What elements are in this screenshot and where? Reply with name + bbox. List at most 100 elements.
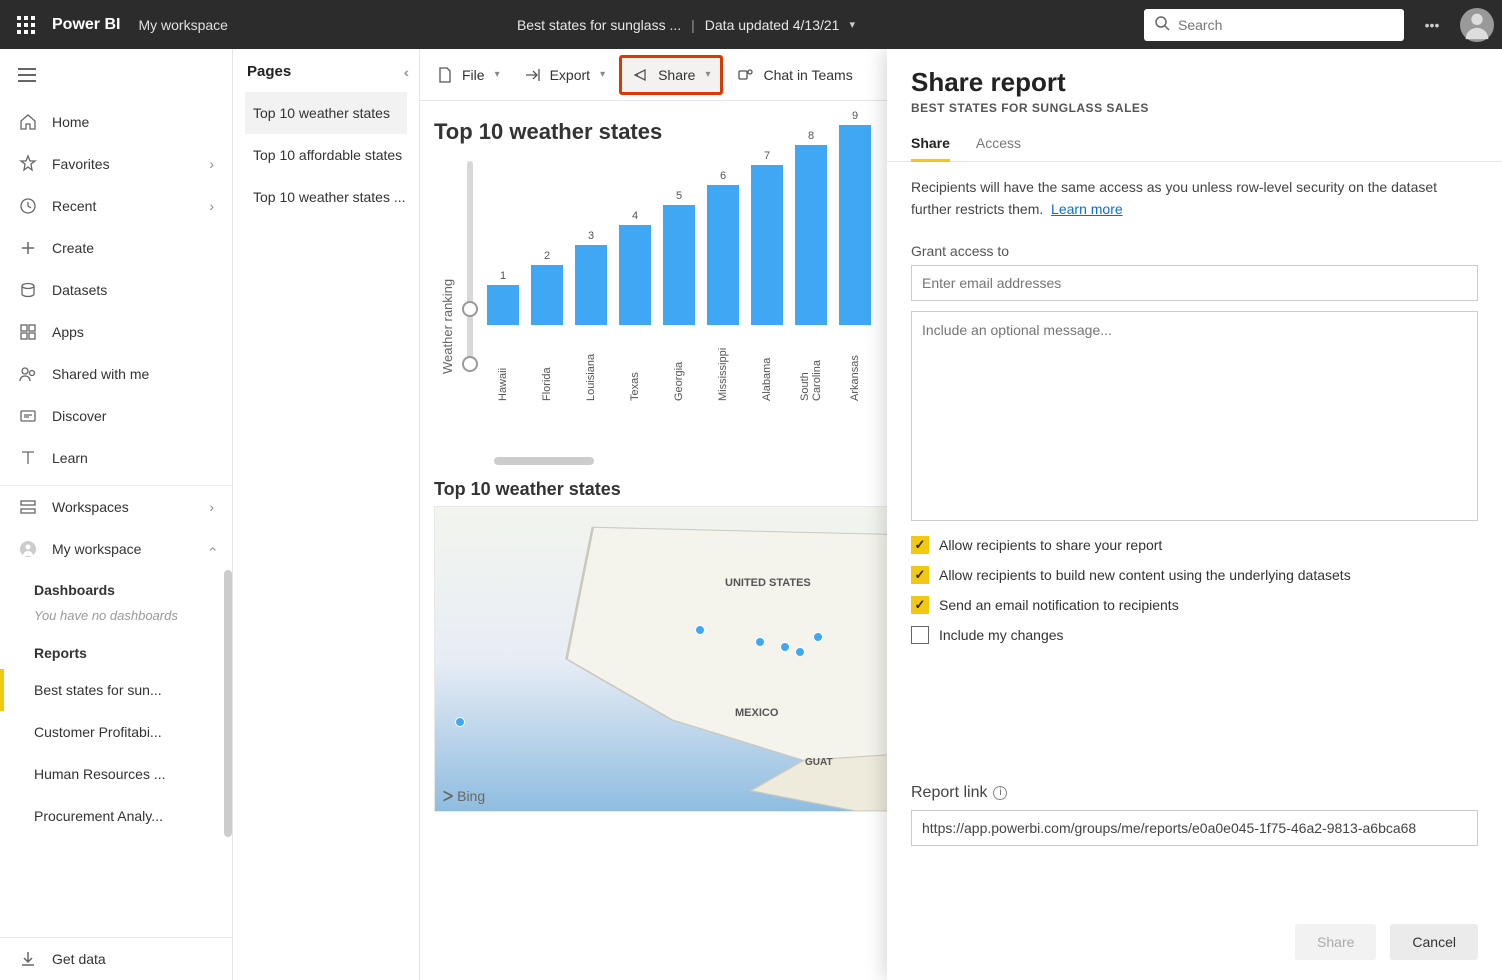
chevron-right-icon: › (209, 198, 214, 214)
pages-panel: Pages ‹‹ Top 10 weather states Top 10 af… (233, 49, 420, 980)
tab-access[interactable]: Access (976, 135, 1021, 161)
page-tab-2[interactable]: Top 10 affordable states (245, 134, 407, 176)
chk-send-email[interactable] (911, 596, 929, 614)
nav-learn[interactable]: Learn (0, 437, 232, 479)
report-link-value[interactable]: https://app.powerbi.com/groups/me/report… (911, 810, 1478, 846)
person-icon (18, 539, 38, 559)
nav-favorites[interactable]: Favorites› (0, 143, 232, 185)
y-axis-label: Weather ranking (434, 151, 455, 451)
report-link-label: Report link (911, 784, 987, 802)
chat-teams-button[interactable]: Chat in Teams (727, 55, 862, 95)
bar-value-label: 4 (632, 210, 638, 222)
nav-datasets[interactable]: Datasets (0, 269, 232, 311)
data-updated-label[interactable]: Data updated 4/13/21 (705, 17, 840, 33)
cmd-label: Share (658, 67, 695, 83)
share-button[interactable]: Share ▾ (619, 55, 723, 95)
export-button[interactable]: Export▾ (514, 55, 616, 95)
cmd-label: Export (550, 67, 590, 83)
share-icon (632, 66, 650, 84)
bar-south-carolina[interactable]: 8South Carolina (793, 130, 829, 401)
report-title[interactable]: Best states for sunglass ... (517, 17, 681, 33)
workspace-breadcrumb[interactable]: My workspace (138, 17, 227, 33)
nav-label: Discover (52, 408, 106, 424)
collapse-pages-icon[interactable]: ‹‹ (404, 64, 405, 80)
report-item-customer[interactable]: Customer Profitabi... (0, 711, 232, 753)
search-box[interactable] (1144, 9, 1404, 41)
bar-category-label: Texas (629, 331, 641, 401)
tab-share[interactable]: Share (911, 135, 950, 161)
brand-label: Power BI (52, 16, 120, 34)
page-tab-1[interactable]: Top 10 weather states (245, 92, 407, 134)
chk-label: Send an email notification to recipients (939, 597, 1179, 613)
more-options-button[interactable]: ••• (1416, 17, 1448, 33)
file-button[interactable]: File▾ (426, 55, 510, 95)
workspaces-icon (18, 497, 38, 517)
chk-allow-build[interactable] (911, 566, 929, 584)
chevron-right-icon: › (209, 499, 214, 515)
report-canvas: File▾ Export▾ Share ▾ Chat in Teams Repor… (420, 49, 1502, 980)
app-launcher-button[interactable] (8, 7, 44, 43)
nav-label: Datasets (52, 282, 107, 298)
share-panel: Share report Best states for sunglass sa… (887, 49, 1502, 980)
chevron-up-icon: › (204, 547, 220, 552)
share-panel-subtitle: Best states for sunglass sales (911, 101, 1478, 115)
bar-value-label: 1 (500, 270, 506, 282)
cancel-button[interactable]: Cancel (1390, 924, 1478, 960)
chevron-down-icon: ▾ (705, 69, 710, 80)
nav-workspaces[interactable]: Workspaces› (0, 486, 232, 528)
bar-louisiana[interactable]: 3Louisiana (573, 230, 609, 401)
report-item-best-states[interactable]: Best states for sun... (0, 669, 232, 711)
nav-recent[interactable]: Recent› (0, 185, 232, 227)
nav-label: Home (52, 114, 89, 130)
separator: | (691, 17, 695, 33)
nav-label: Apps (52, 324, 84, 340)
export-icon (524, 66, 542, 84)
page-tab-3[interactable]: Top 10 weather states ... (245, 176, 407, 218)
bar-hawaii[interactable]: 1Hawaii (485, 270, 521, 401)
nav-my-workspace[interactable]: My workspace› (0, 528, 232, 570)
share-note: Recipients will have the same access as … (911, 176, 1478, 221)
bar-value-label: 6 (720, 170, 726, 182)
chevron-right-icon: › (209, 156, 214, 172)
chk-allow-share[interactable] (911, 536, 929, 554)
report-item-hr[interactable]: Human Resources ... (0, 753, 232, 795)
chart-slider[interactable] (455, 151, 485, 451)
clock-icon (18, 196, 38, 216)
share-submit-button[interactable]: Share (1295, 924, 1376, 960)
email-input[interactable] (911, 265, 1478, 301)
chk-include-changes[interactable] (911, 626, 929, 644)
chart-h-scrollbar[interactable] (494, 457, 594, 465)
nav-toggle-button[interactable] (0, 49, 232, 101)
nav-get-data[interactable]: Get data (0, 938, 232, 980)
star-icon (18, 154, 38, 174)
nav-label: Create (52, 240, 94, 256)
bar-arkansas[interactable]: 9Arkansas (837, 110, 873, 401)
chk-label: Allow recipients to build new content us… (939, 567, 1351, 583)
bar-florida[interactable]: 2Florida (529, 250, 565, 401)
message-input[interactable] (911, 311, 1478, 521)
chevron-down-icon[interactable]: ▾ (849, 18, 855, 31)
dashboards-empty: You have no dashboards (0, 606, 232, 633)
learn-more-link[interactable]: Learn more (1051, 201, 1123, 217)
nav-shared[interactable]: Shared with me (0, 353, 232, 395)
top-bar: Power BI My workspace Best states for su… (0, 0, 1502, 49)
report-item-procurement[interactable]: Procurement Analy... (0, 795, 232, 837)
nav-apps[interactable]: Apps (0, 311, 232, 353)
info-icon[interactable]: i (993, 786, 1007, 800)
nav-create[interactable]: Create (0, 227, 232, 269)
bar-value-label: 7 (764, 150, 770, 162)
nav-label: Get data (52, 951, 106, 967)
bar-texas[interactable]: 4 Texas (617, 210, 653, 401)
bar-georgia[interactable]: 5Georgia (661, 190, 697, 401)
bar-mississippi[interactable]: 6Mississippi (705, 170, 741, 401)
bar-alabama[interactable]: 7Alabama (749, 150, 785, 401)
bar-category-label: Florida (541, 331, 553, 401)
search-input[interactable] (1178, 17, 1394, 33)
user-avatar[interactable] (1460, 8, 1494, 42)
nav-home[interactable]: Home (0, 101, 232, 143)
nav-discover[interactable]: Discover (0, 395, 232, 437)
bar-category-label: Georgia (673, 331, 685, 401)
share-tabs: Share Access (887, 125, 1502, 162)
share-panel-title: Share report (911, 67, 1478, 98)
map-label-mexico: MEXICO (735, 707, 778, 719)
